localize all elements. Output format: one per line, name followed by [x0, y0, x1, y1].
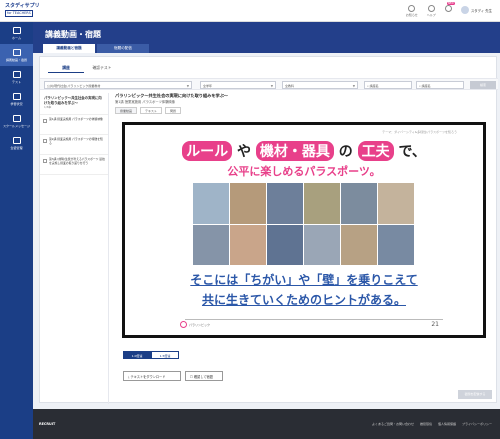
lesson-list-heading: パラリンピック〜共生社会の実現に向けた取り組みを学ぶ〜 1/8本 — [40, 93, 108, 115]
download-text-button[interactable]: ⤓ テキストをダウンロード — [123, 371, 181, 381]
speed-1x-button[interactable]: 1.0倍速 — [123, 351, 151, 359]
test-icon — [12, 70, 21, 78]
tab-text[interactable]: テキスト — [140, 107, 162, 114]
page-header: 講義動画・宿題 講義動画と宿題 宿題の配信 — [33, 22, 500, 53]
footer-link-faq[interactable]: よくあるご質問・お問い合わせ — [372, 422, 414, 426]
app-logo[interactable]: スタディサプリ for TEACHERS — [5, 4, 40, 17]
tab-videos-homework[interactable]: 講義動画と宿題 — [43, 44, 95, 53]
logo-text: スタディサプリ — [5, 3, 40, 9]
slide-headline: ルール や 機材・器具 の 工夫 で、 — [125, 141, 483, 161]
sidebar-item-message[interactable]: スクールメッセージ — [0, 110, 33, 132]
top-icons: お知らせ ヘルプ NEW スタディ 先生 — [406, 2, 492, 17]
subject-select[interactable]: 全教科 ▼ — [282, 81, 358, 89]
sidebar-item-students[interactable]: 生徒管理 — [0, 132, 33, 154]
page-title: 講義動画・宿題 — [45, 30, 101, 39]
tab-homework-delivery[interactable]: 宿題の配信 — [97, 44, 149, 53]
tab-video[interactable]: 授業動画 — [115, 107, 138, 114]
sub-tabs: 講座 確認テスト — [48, 63, 120, 73]
logo-subtext: for TEACHERS — [5, 10, 33, 17]
search-input[interactable]: ⌕ 講座名 — [364, 81, 412, 89]
lesson-title: パラリンピック〜共生社会の実現に向けた取り組みを学ぶ〜 — [115, 93, 229, 98]
video-icon — [12, 48, 21, 56]
info-icon[interactable]: NEW — [444, 2, 455, 13]
photo-collage — [193, 183, 414, 265]
lesson-content: パラリンピック〜共生社会の実現に向けた取り組みを学ぶ〜 第1講 授業実施用 パラ… — [115, 93, 495, 398]
top-bar: スタディサプリ for TEACHERS お知らせ ヘルプ NEW スタディ 先… — [0, 0, 500, 22]
filter-bar: 公共(現代社会)パラリンピック授業教材 ▼ 全学年 ▼ 全教科 ▼ ⌕ 講座名 ⌕ 講… — [40, 78, 498, 90]
content-card: 講座 確認テスト 公共(現代社会)パラリンピック授業教材 ▼ 全学年 ▼ 全教科 ▼ … — [39, 56, 498, 404]
divider — [185, 319, 443, 320]
content-tabs: 授業動画 テキスト 問題 — [115, 107, 181, 114]
main-area: 講義動画・宿題 講義動画と宿題 宿題の配信 講座 確認テスト 公共(現代社会)パ… — [33, 22, 500, 409]
tab-lectures[interactable]: 講座 — [48, 63, 84, 73]
checkbox[interactable] — [43, 119, 47, 123]
page-number: 21 — [431, 321, 439, 328]
list-item[interactable]: 第2講 授業実施用 パラスポーツの特徴を知る — [40, 135, 108, 155]
user-menu[interactable]: スタディ 先生 — [460, 6, 492, 14]
search-button[interactable]: 検索 — [470, 81, 496, 89]
chart-icon — [12, 92, 21, 100]
checkbox[interactable] — [43, 139, 47, 143]
logo-icon — [180, 321, 187, 328]
list-item[interactable]: 第3講 (前時)生徒が考えるパラスポーツ 競技を実施し授業の振り返りを行う — [40, 155, 108, 175]
slide-line3: そこには「ちがい」や「壁」を乗りこえて — [190, 273, 418, 287]
sidebar-item-videos[interactable]: 講義動画・宿題 — [0, 44, 33, 66]
slide-line2: 公平に楽しめるパラスポーツ。 — [227, 165, 381, 178]
search-input-2[interactable]: ⌕ 講座名 — [416, 81, 464, 89]
lesson-list: パラリンピック〜共生社会の実現に向けた取り組みを学ぶ〜 1/8本 第1講 授業実施… — [40, 93, 109, 404]
lesson-subtitle: 第1講 授業実施用 パラスポーツ体験映像 — [115, 100, 176, 104]
sidebar-item-test[interactable]: テスト — [0, 66, 33, 88]
chevron-down-icon: ▼ — [270, 84, 273, 88]
footer-links: よくあるご質問・お問い合わせ 推奨環境 個人情報保護 プライバシーポリシー — [372, 422, 492, 426]
list-item[interactable]: 第1講 授業実施用 パラスポーツの体験映像 — [40, 115, 108, 135]
tab-check-test[interactable]: 確認テスト — [84, 63, 120, 73]
bell-icon[interactable]: お知らせ — [406, 5, 418, 17]
paralympic-logo: パラリンピック — [180, 321, 210, 328]
footer: RECRUIT よくあるご質問・お問い合わせ 推奨環境 個人情報保護 プライバシ… — [33, 409, 500, 439]
deliver-homework-button[interactable]: 宿題を配信する — [458, 390, 492, 399]
grade-select[interactable]: 全学年 ▼ — [200, 81, 276, 89]
footer-link-privacy-info[interactable]: 個人情報保護 — [438, 422, 456, 426]
speed-1-5x-button[interactable]: 1.5倍速 — [151, 351, 179, 359]
help-icon[interactable]: ヘルプ — [427, 5, 436, 17]
avatar — [460, 6, 469, 14]
action-buttons: ⤓ テキストをダウンロード ☐ 確認して宿題 — [123, 371, 223, 381]
chevron-down-icon: ▼ — [186, 84, 189, 88]
chevron-down-icon: ▼ — [352, 84, 355, 88]
video-player[interactable]: テーマ：ダイバーシティ&多様性/パラスポーツを知ろう ルール や 機材・器具 の… — [122, 122, 486, 338]
tab-questions[interactable]: 問題 — [164, 107, 181, 114]
footer-link-env[interactable]: 推奨環境 — [420, 422, 432, 426]
sidebar-item-progress[interactable]: 学習状況 — [0, 88, 33, 110]
sidebar-item-home[interactable]: ホーム — [0, 22, 33, 44]
speed-toggle: 1.0倍速 1.5倍速 — [123, 351, 179, 359]
checkbox[interactable] — [43, 159, 47, 163]
assign-homework-button[interactable]: ☐ 確認して宿題 — [185, 371, 223, 381]
message-icon — [12, 114, 21, 122]
home-icon — [12, 26, 21, 34]
course-select[interactable]: 公共(現代社会)パラリンピック授業教材 ▼ — [44, 81, 192, 89]
users-icon — [12, 136, 21, 144]
footer-brand: RECRUIT — [39, 422, 56, 426]
slide-line4: 共に生きていくためのヒントがある。 — [201, 293, 406, 307]
slide-theme: テーマ：ダイバーシティ&多様性/パラスポーツを知ろう — [382, 130, 457, 134]
footer-link-privacy[interactable]: プライバシーポリシー — [462, 422, 492, 426]
sidebar: ホーム 講義動画・宿題 テスト 学習状況 スクールメッセージ 生徒管理 — [0, 22, 33, 439]
